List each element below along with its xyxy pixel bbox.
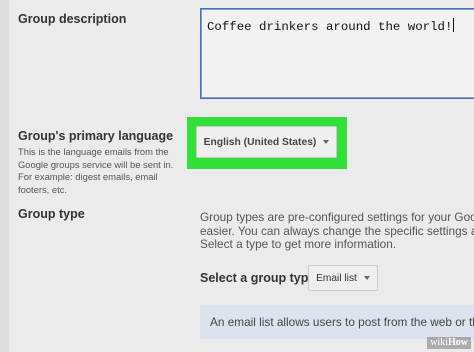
- group-type-dropdown-label: Email list: [316, 272, 357, 284]
- language-dropdown-button[interactable]: English (United States): [196, 126, 337, 158]
- group-type-info-box: An email list allows users to post from …: [200, 305, 474, 339]
- group-description-value: Coffee drinkers around the world!: [207, 20, 453, 34]
- description-line: Group types are pre-configured settings …: [200, 210, 474, 224]
- help-line: footers, etc.: [18, 183, 67, 195]
- language-dropdown-label: English (United States): [203, 136, 317, 148]
- help-line: Google groups service will be sent in.: [18, 158, 174, 170]
- group-type-description: Group types are pre-configured settings …: [200, 210, 474, 252]
- description-line: easier. You can always change the specif…: [200, 223, 474, 238]
- help-line: This is the language emails from the: [18, 146, 169, 157]
- wikihow-logo: wikiHow: [427, 337, 471, 349]
- description-line: Select a type to get more information.: [200, 237, 397, 252]
- group-type-info-text: An email list allows users to post from …: [210, 315, 474, 329]
- group-description-label: Group description: [18, 12, 127, 26]
- select-group-type-label: Select a group type: [200, 271, 316, 285]
- text-cursor: [453, 18, 455, 32]
- help-line: For example: digest emails, email: [18, 171, 158, 183]
- primary-language-label: Group's primary language: [18, 129, 174, 143]
- group-type-label: Group type: [18, 207, 85, 221]
- left-border-strip: [0, 0, 9, 352]
- primary-language-help: This is the language emails from the Goo…: [18, 146, 198, 196]
- group-description-textarea[interactable]: Coffee drinkers around the world!: [200, 8, 474, 99]
- dropdown-arrow-icon: [363, 276, 370, 280]
- dropdown-arrow-icon: [323, 140, 330, 144]
- group-type-dropdown-button[interactable]: Email list: [308, 265, 378, 291]
